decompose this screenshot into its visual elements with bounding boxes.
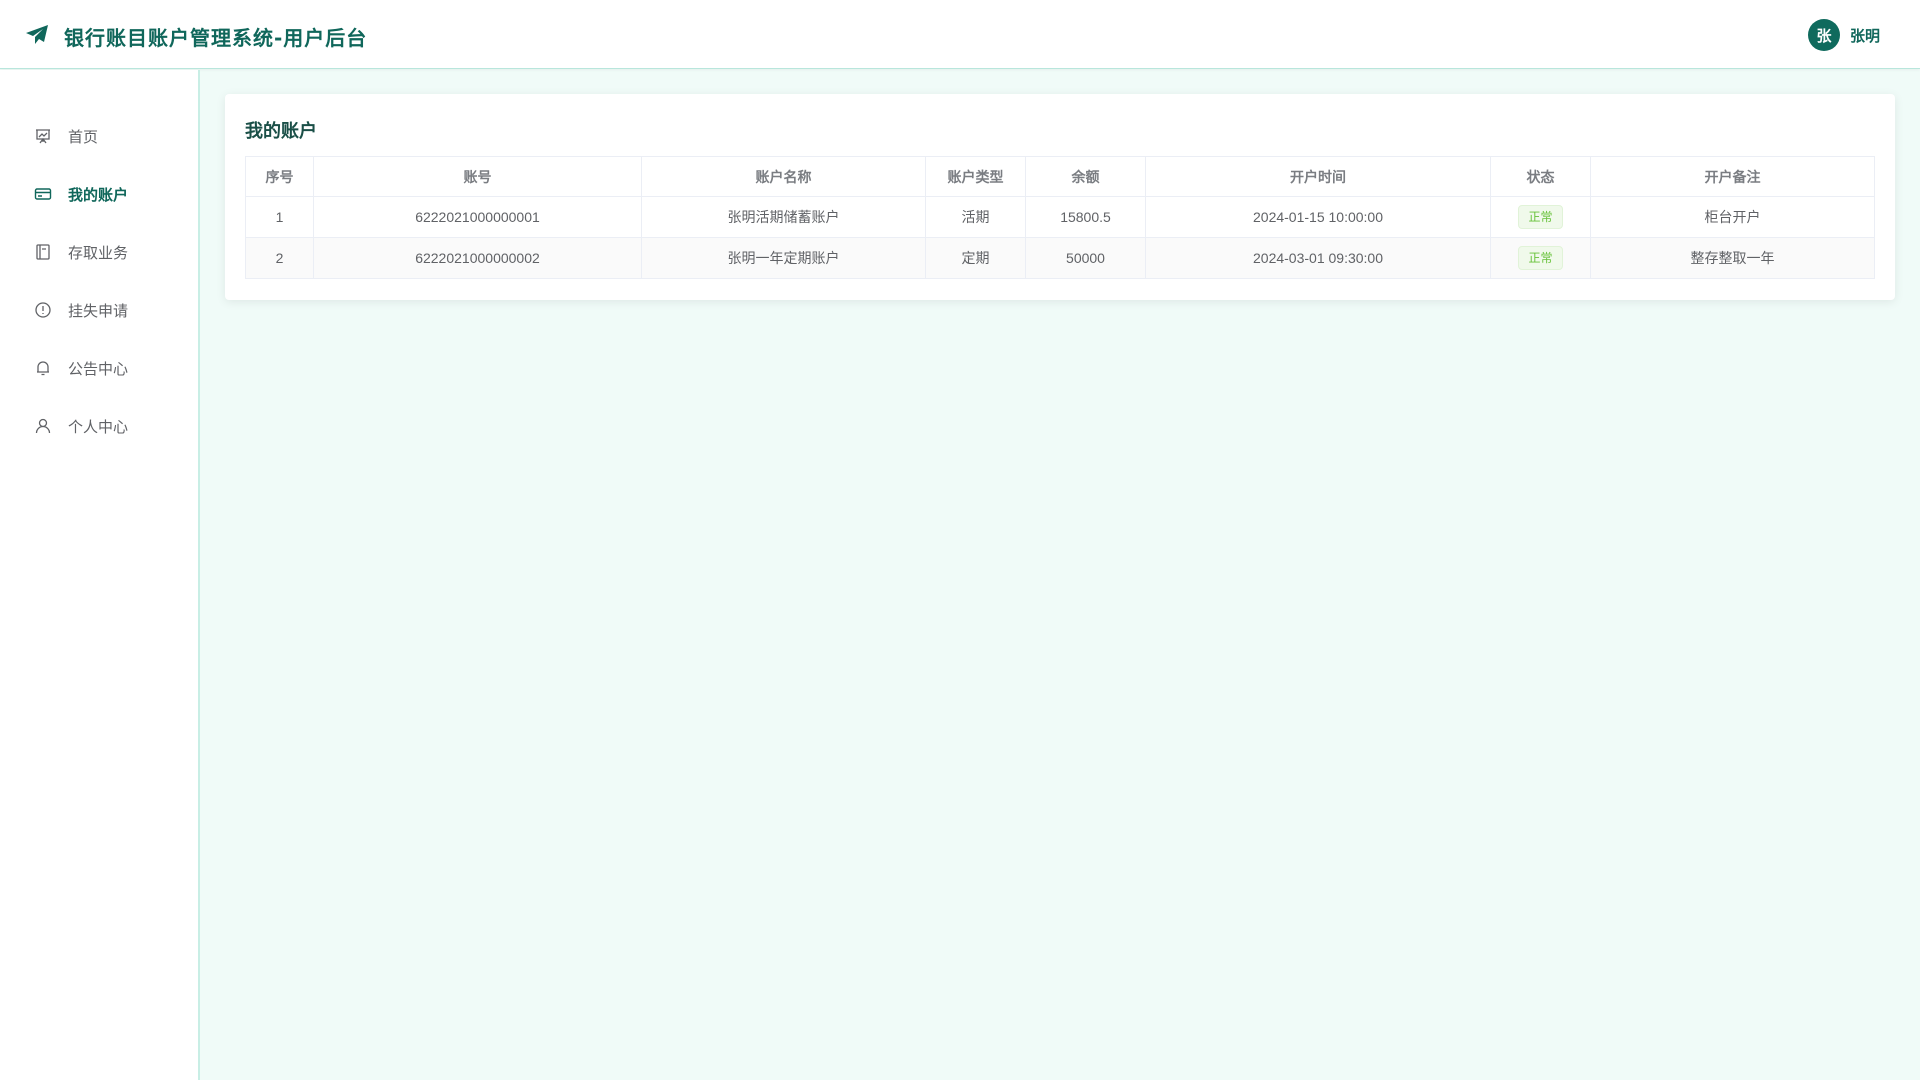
sidebar-item-announcements[interactable]: 公告中心 — [0, 348, 198, 388]
cell-remark: 整存整取一年 — [1590, 237, 1875, 279]
accounts-card: 我的账户 序号 账号 账户名称 账户类型 余额 开户时间 状态 开户备注 1 6… — [225, 94, 1895, 300]
column-header: 开户备注 — [1590, 156, 1875, 197]
column-header: 余额 — [1025, 156, 1146, 197]
cell-balance: 15800.5 — [1025, 196, 1146, 238]
column-header: 账户类型 — [925, 156, 1026, 197]
warning-circle-icon — [35, 302, 51, 318]
notebook-icon — [36, 244, 50, 260]
top-header: 银行账目账户管理系统-用户后台 张 张明 — [0, 0, 1920, 69]
cell-open-time: 2024-01-15 10:00:00 — [1145, 196, 1491, 238]
sidebar: 首页 我的账户 存取业务 挂失申请 公告中心 个人中心 — [0, 70, 200, 1080]
sidebar-item-label: 公告中心 — [68, 359, 129, 378]
table-header-row: 序号 账号 账户名称 账户类型 余额 开户时间 状态 开户备注 — [245, 156, 1875, 197]
sidebar-item-label: 首页 — [68, 127, 99, 146]
sidebar-item-home[interactable]: 首页 — [0, 116, 198, 156]
cell-account-type: 定期 — [925, 237, 1026, 279]
user-menu[interactable]: 张 张明 — [1807, 19, 1880, 51]
column-header: 序号 — [245, 156, 314, 197]
sidebar-item-label: 存取业务 — [68, 243, 129, 262]
status-badge: 正常 — [1518, 205, 1563, 229]
cell-account-name: 张明活期储蓄账户 — [641, 196, 926, 238]
cell-account-type: 活期 — [925, 196, 1026, 238]
column-header: 状态 — [1490, 156, 1591, 197]
sidebar-item-label: 我的账户 — [68, 185, 129, 204]
bell-icon — [37, 361, 49, 376]
cell-index: 1 — [245, 196, 314, 238]
cell-index: 2 — [245, 237, 314, 279]
column-header: 开户时间 — [1145, 156, 1491, 197]
sidebar-item-label: 挂失申请 — [68, 301, 129, 320]
accounts-table: 序号 账号 账户名称 账户类型 余额 开户时间 状态 开户备注 1 622202… — [245, 156, 1875, 279]
credit-card-icon — [34, 188, 52, 200]
sidebar-item-transactions[interactable]: 存取业务 — [0, 232, 198, 272]
app-title: 银行账目账户管理系统-用户后台 — [64, 26, 368, 50]
cell-open-time: 2024-03-01 09:30:00 — [1145, 237, 1491, 279]
avatar[interactable]: 张 — [1807, 19, 1840, 51]
sidebar-item-my-account[interactable]: 我的账户 — [0, 174, 198, 214]
sidebar-item-profile[interactable]: 个人中心 — [0, 406, 198, 446]
cell-account-name: 张明一年定期账户 — [641, 237, 926, 279]
cell-account-number: 6222021000000002 — [313, 237, 642, 279]
sidebar-item-loss-report[interactable]: 挂失申请 — [0, 290, 198, 330]
column-header: 账户名称 — [641, 156, 926, 197]
cell-balance: 50000 — [1025, 237, 1146, 279]
user-name[interactable]: 张明 — [1850, 25, 1880, 46]
page-title: 我的账户 — [245, 121, 317, 142]
cell-account-number: 6222021000000001 — [313, 196, 642, 238]
table-row[interactable]: 1 6222021000000001 张明活期储蓄账户 活期 15800.5 2… — [245, 196, 1875, 238]
sidebar-item-label: 个人中心 — [68, 417, 129, 436]
column-header: 账号 — [313, 156, 642, 197]
status-badge: 正常 — [1518, 246, 1563, 270]
paper-plane-icon — [26, 25, 48, 44]
table-row[interactable]: 2 6222021000000002 张明一年定期账户 定期 50000 202… — [245, 237, 1875, 279]
cell-status: 正常 — [1490, 196, 1591, 238]
presentation-icon — [36, 129, 50, 144]
user-icon — [35, 418, 51, 434]
cell-status: 正常 — [1490, 237, 1591, 279]
cell-remark: 柜台开户 — [1590, 196, 1875, 238]
